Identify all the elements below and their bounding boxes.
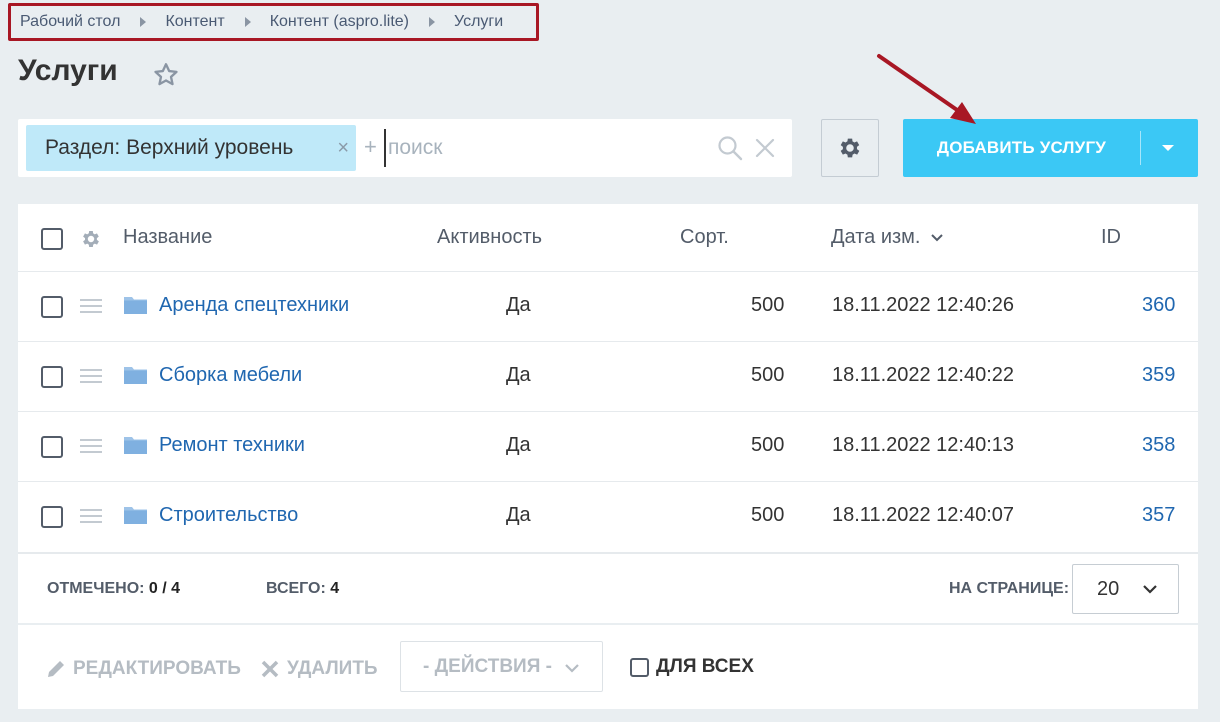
filter-tag-section[interactable]: Раздел: Верхний уровень × [26, 125, 356, 171]
delete-button[interactable]: УДАЛИТЬ [261, 658, 378, 680]
cross-icon [261, 660, 279, 678]
row-sort: 500 [751, 434, 785, 456]
drag-handle-icon[interactable] [80, 508, 102, 524]
row-date: 18.11.2022 12:40:13 [832, 434, 1015, 456]
search-input[interactable] [384, 129, 704, 167]
drag-handle-icon[interactable] [80, 298, 102, 314]
actions-select-value: - ДЕЙСТВИЯ - [423, 655, 552, 677]
for-all-toggle[interactable]: ДЛЯ ВСЕХ [630, 656, 754, 678]
row-date: 18.11.2022 12:40:26 [832, 294, 1015, 316]
row-name-link[interactable]: Сборка мебели [159, 364, 302, 387]
row-name-link[interactable]: Аренда спецтехники [159, 294, 349, 317]
select-all-checkbox[interactable] [41, 228, 63, 250]
delete-button-label: УДАЛИТЬ [287, 658, 378, 679]
chevron-down-icon [1143, 585, 1157, 594]
row-active: Да [506, 504, 531, 526]
row-checkbox[interactable] [41, 436, 63, 458]
total-count-label: ВСЕГО: [266, 580, 326, 597]
column-header-date[interactable]: Дата изм. [831, 226, 944, 249]
row-id-link[interactable]: 357 [1142, 504, 1175, 527]
column-header-date-label: Дата изм. [831, 226, 921, 248]
breadcrumb-item-services[interactable]: Услуги [454, 13, 503, 31]
filter-search-box[interactable]: Раздел: Верхний уровень × + [18, 119, 792, 177]
for-all-checkbox[interactable] [630, 657, 649, 677]
drag-handle-icon[interactable] [80, 438, 102, 454]
per-page-value: 20 [1097, 577, 1120, 600]
selected-count: ОТМЕЧЕНО: 0 / 4 [47, 580, 180, 598]
folder-icon [124, 507, 147, 524]
add-service-button-label: ДОБАВИТЬ УСЛУГУ [936, 138, 1107, 157]
filter-tag-label: Раздел: Верхний уровень [45, 136, 294, 159]
gear-icon [840, 138, 860, 158]
breadcrumb-separator-icon [429, 17, 435, 27]
column-header-sort[interactable]: Сорт. [680, 226, 729, 249]
folder-icon [124, 367, 147, 384]
add-button-dropdown-icon[interactable] [1162, 145, 1174, 151]
edit-button[interactable]: РЕДАКТИРОВАТЬ [45, 658, 241, 680]
for-all-label: ДЛЯ ВСЕХ [656, 656, 754, 677]
column-header-name[interactable]: Название [123, 226, 212, 249]
breadcrumb: Рабочий стол Контент Контент (aspro.lite… [8, 3, 539, 41]
pencil-icon [48, 661, 64, 677]
row-name-link[interactable]: Строительство [159, 504, 298, 527]
selected-count-value: 0 / 4 [148, 580, 181, 597]
actions-select[interactable]: - ДЕЙСТВИЯ - [400, 641, 603, 692]
column-settings-gear-icon[interactable] [80, 228, 102, 250]
row-id-link[interactable]: 360 [1142, 294, 1175, 317]
row-sort: 500 [751, 504, 785, 526]
row-active: Да [506, 364, 531, 386]
breadcrumb-separator-icon [140, 17, 147, 27]
edit-button-label: РЕДАКТИРОВАТЬ [73, 658, 241, 679]
row-checkbox[interactable] [41, 366, 63, 388]
table-footer: ОТМЕЧЕНО: 0 / 4 ВСЕГО: 4 НА СТРАНИЦЕ: 20 [18, 552, 1198, 623]
sort-desc-chevron-icon [931, 234, 943, 242]
breadcrumb-item-content-aspro[interactable]: Контент (aspro.lite) [270, 13, 409, 31]
row-active: Да [506, 434, 531, 456]
row-checkbox[interactable] [41, 506, 63, 528]
search-icon[interactable] [717, 135, 743, 161]
row-id-link[interactable]: 359 [1142, 364, 1175, 387]
table-row[interactable]: Строительство Да 500 18.11.2022 12:40:07… [18, 482, 1198, 552]
table-row[interactable]: Аренда спецтехники Да 500 18.11.2022 12:… [18, 272, 1198, 342]
drag-handle-icon[interactable] [80, 368, 102, 384]
selected-count-label: ОТМЕЧЕНО: [47, 580, 145, 597]
per-page-label: НА СТРАНИЦЕ: [949, 580, 1070, 597]
table-header: Название Активность Сорт. Дата изм. ID [18, 204, 1198, 272]
add-button-divider [1140, 131, 1141, 165]
breadcrumb-separator-icon [244, 17, 251, 27]
row-name-link[interactable]: Ремонт техники [159, 434, 305, 457]
filter-tag-close-icon[interactable]: × [337, 137, 349, 160]
total-count: ВСЕГО: 4 [266, 580, 339, 598]
row-date: 18.11.2022 12:40:07 [832, 504, 1015, 526]
per-page-select[interactable]: 20 [1072, 564, 1179, 614]
folder-icon [124, 437, 147, 454]
services-table: Название Активность Сорт. Дата изм. ID А… [18, 204, 1198, 552]
folder-icon [124, 297, 147, 314]
table-row[interactable]: Ремонт техники Да 500 18.11.2022 12:40:1… [18, 412, 1198, 482]
total-count-value: 4 [330, 580, 340, 597]
table-row[interactable]: Сборка мебели Да 500 18.11.2022 12:40:22… [18, 342, 1198, 412]
row-date: 18.11.2022 12:40:22 [832, 364, 1015, 386]
page-title: Услуги [18, 54, 118, 87]
row-sort: 500 [751, 294, 785, 316]
row-active: Да [506, 294, 531, 316]
chevron-down-icon [565, 664, 579, 673]
arrow-annotation-icon [877, 54, 976, 124]
row-checkbox[interactable] [41, 296, 63, 318]
star-icon[interactable] [152, 61, 180, 89]
actions-bar: РЕДАКТИРОВАТЬ УДАЛИТЬ - ДЕЙСТВИЯ - ДЛЯ В… [18, 625, 1198, 709]
row-sort: 500 [751, 364, 785, 386]
close-icon[interactable] [754, 137, 776, 159]
breadcrumb-item-desktop[interactable]: Рабочий стол [20, 13, 120, 31]
add-filter-plus[interactable]: + [364, 134, 377, 160]
column-header-active[interactable]: Активность [437, 226, 542, 249]
column-header-id[interactable]: ID [1101, 226, 1121, 249]
breadcrumb-item-content[interactable]: Контент [165, 13, 224, 31]
row-id-link[interactable]: 358 [1142, 434, 1175, 457]
